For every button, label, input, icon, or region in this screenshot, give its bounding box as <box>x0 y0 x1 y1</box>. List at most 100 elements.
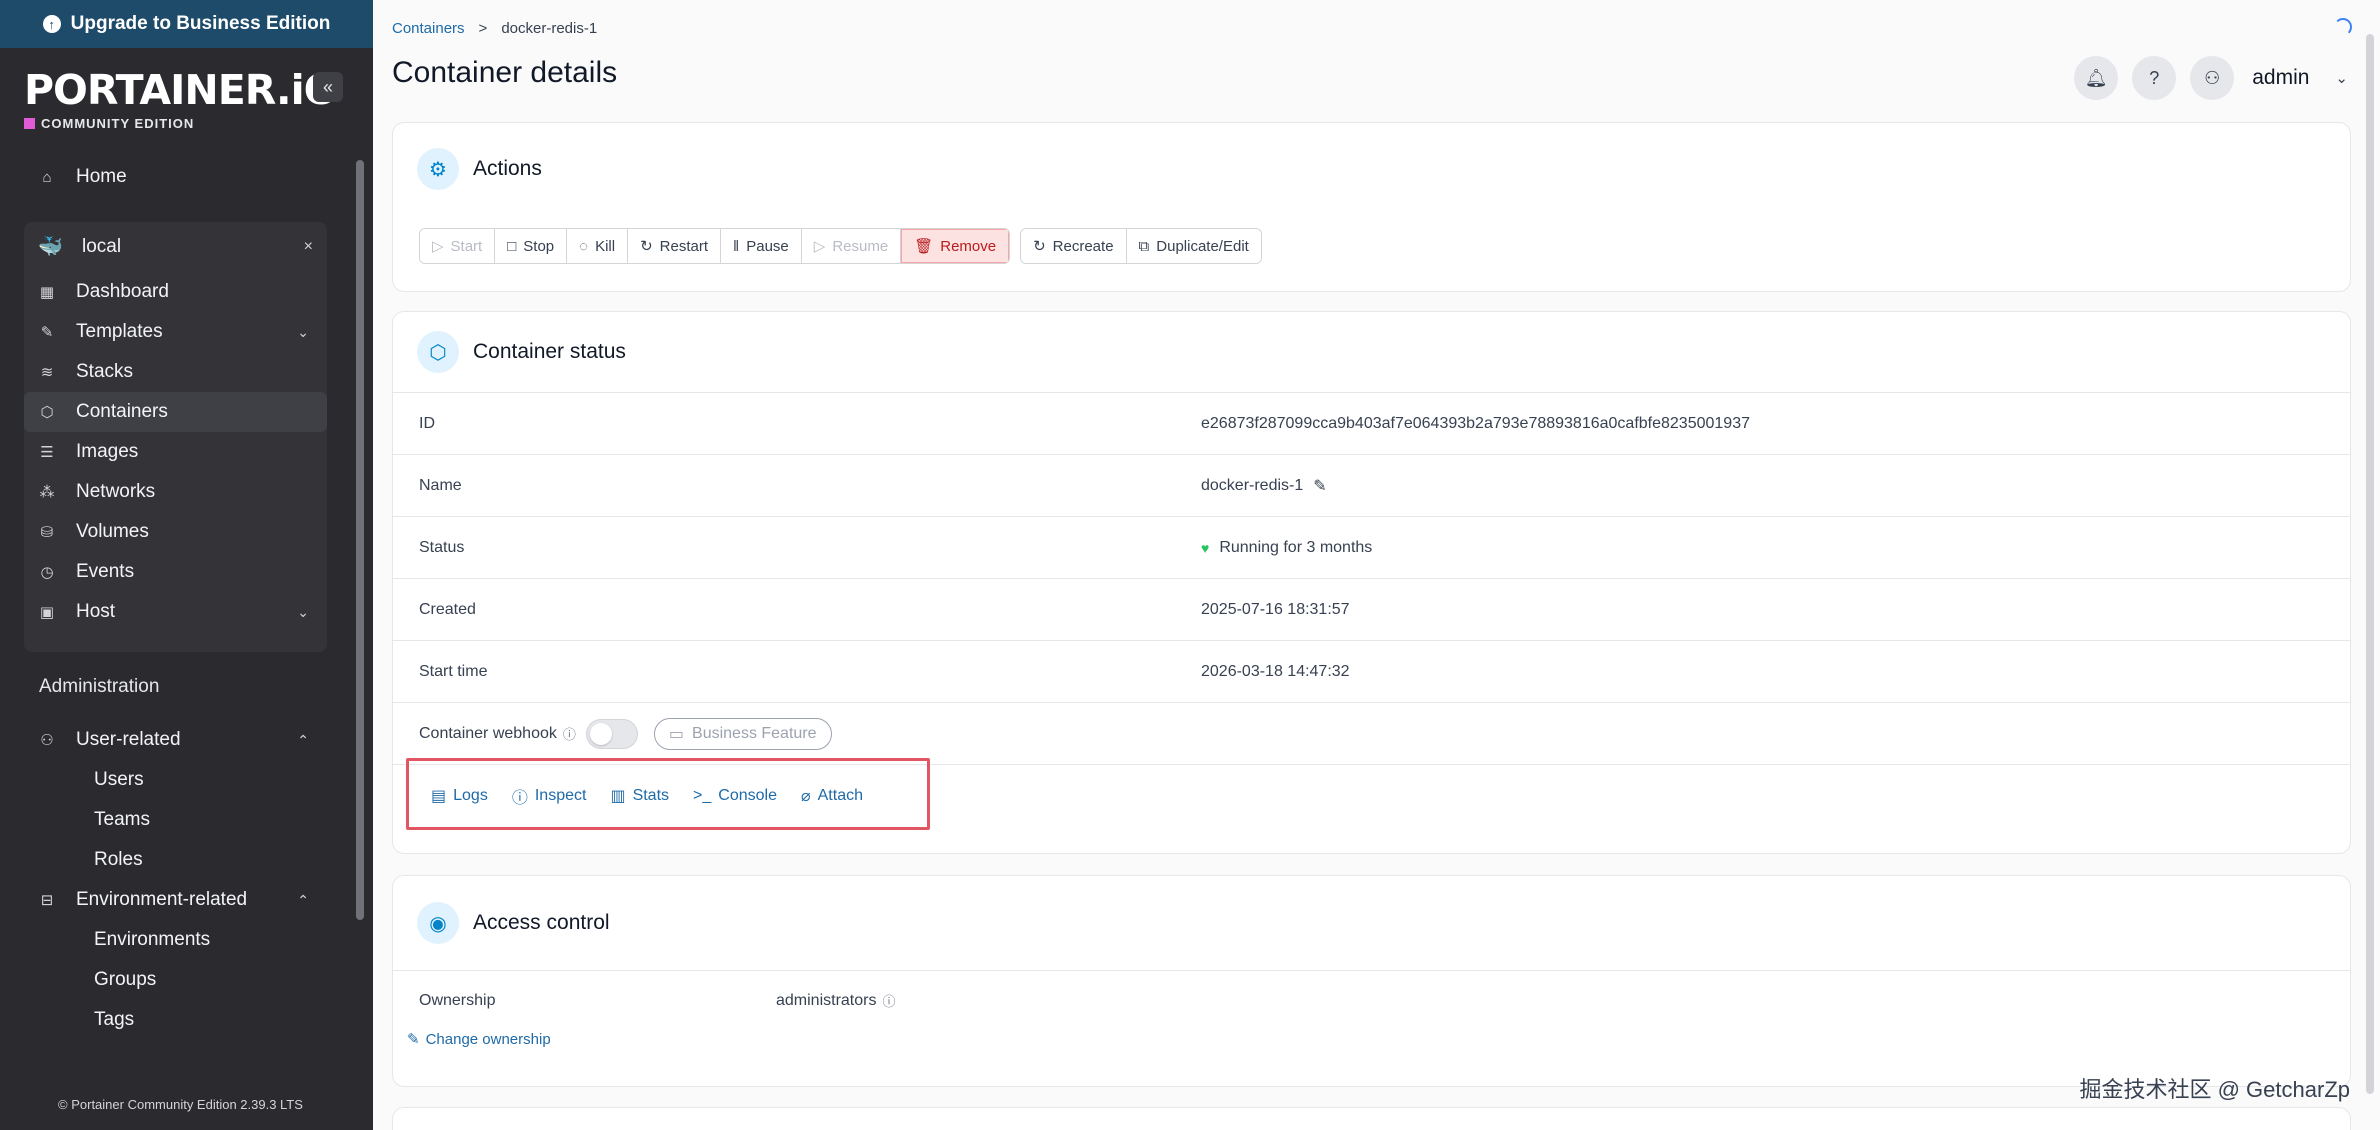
container-action-group: ▷ Start □ Stop ◌ Kill ↻ Restart ‖ Pause ▷ Resu… <box>419 228 1011 264</box>
webhook-label: Container webhook <box>419 724 557 742</box>
container-name-value: docker-redis-1 <box>1201 476 1304 494</box>
remove-button[interactable]: 🗑︎ Remove <box>901 229 1010 263</box>
main-scrollbar[interactable] <box>2366 34 2374 1094</box>
help-circle-icon[interactable]: ⓘ <box>882 991 895 1010</box>
row-key: Name <box>419 476 462 494</box>
sidebar-item-roles[interactable]: Roles <box>24 840 327 880</box>
actions-title: Actions <box>473 157 542 180</box>
breadcrumb-containers-link[interactable]: Containers <box>392 20 465 37</box>
play-icon: ▷ <box>813 238 826 255</box>
sidebar-item-environments[interactable]: Environments <box>24 920 327 960</box>
edit-icon[interactable]: ✎ <box>1313 476 1326 496</box>
brand-edition: COMMUNITY EDITION <box>24 116 338 131</box>
sidebar-item-teams[interactable]: Teams <box>24 800 327 840</box>
change-ownership-link[interactable]: ✎ Change ownership <box>393 1030 2350 1049</box>
upgrade-arrow-icon: ↑ <box>42 15 61 33</box>
chevron-down-icon[interactable]: ⌄ <box>297 324 309 341</box>
home-icon: ⌂ <box>42 168 52 186</box>
pause-button[interactable]: ‖ Pause <box>721 229 802 263</box>
sidebar-item-tags[interactable]: Tags <box>24 1000 327 1040</box>
user-avatar[interactable]: ⚇ <box>2190 56 2235 100</box>
copyright-icon: © <box>58 1097 68 1112</box>
sidebar-item-label: Networks <box>76 481 156 502</box>
status-row-start-time: Start time 2026-03-18 14:47:32 <box>393 640 2350 702</box>
breadcrumb: Containers > docker-redis-1 <box>392 20 597 37</box>
close-icon[interactable]: × <box>304 238 313 256</box>
brand-edition-label: COMMUNITY EDITION <box>41 116 195 131</box>
sidebar-item-dashboard[interactable]: ▦ Dashboard <box>24 272 327 312</box>
chevron-up-icon[interactable]: ⌃ <box>297 732 309 749</box>
square-icon: □ <box>507 237 517 255</box>
help-button[interactable]: ? <box>2132 56 2177 100</box>
start-button[interactable]: ▷ Start <box>420 229 496 263</box>
sidebar-item-label: Images <box>76 441 139 462</box>
row-key: Status <box>419 538 465 556</box>
sidebar-item-groups[interactable]: Groups <box>24 960 327 1000</box>
resume-button[interactable]: ▷ Resume <box>801 229 902 263</box>
sidebar-footer: © Portainer Community Edition 2.39.3 LTS <box>58 1097 303 1112</box>
environment-name: local <box>82 236 122 257</box>
status-row-name: Name docker-redis-1 ✎ <box>393 454 2350 516</box>
notifications-button[interactable]: 🔔︎ <box>2074 56 2119 100</box>
user-icon: ⚇ <box>2204 67 2221 88</box>
host-icon: ▣ <box>39 604 55 621</box>
sidebar-item-images[interactable]: ☰ Images <box>24 432 327 472</box>
actions-bar: ▷ Start □ Stop ◌ Kill ↻ Restart ‖ Pause ▷ Resu… <box>419 228 1262 264</box>
row-value: e26873f287099cca9b403af7e064393b2a793e78… <box>1201 414 1750 432</box>
brand-logo[interactable]: PORTAINER.iO COMMUNITY EDITION <box>24 66 339 131</box>
sidebar-item-user-related[interactable]: ⚇ User-related ⌃ <box>24 720 327 760</box>
sidebar-item-volumes[interactable]: ⛁ Volumes <box>24 512 327 552</box>
stop-label: Stop <box>523 237 555 255</box>
sidebar-item-home[interactable]: ⌂ Home <box>24 160 327 194</box>
row-key: Created <box>419 600 476 618</box>
webhook-toggle[interactable] <box>585 718 638 749</box>
access-title: Access control <box>473 911 610 934</box>
bell-icon: 🔔︎ <box>2084 67 2108 88</box>
sidebar-item-events[interactable]: ◷ Events <box>24 552 327 592</box>
gear-icon: ⚙ <box>417 148 459 190</box>
sidebar-item-networks[interactable]: ⁂ Networks <box>24 472 327 512</box>
sidebar-item-label: User-related <box>76 729 181 750</box>
access-control-card: ◉ Access control Ownership administrator… <box>392 875 2351 1087</box>
chevron-down-icon[interactable]: ⌄ <box>297 604 309 621</box>
chevron-down-icon[interactable]: ⌄ <box>2335 69 2348 87</box>
sidebar-item-users[interactable]: Users <box>24 760 327 800</box>
sidebar-item-templates[interactable]: ✎ Templates ⌄ <box>24 312 327 352</box>
upgrade-banner[interactable]: ↑ Upgrade to Business Edition <box>0 0 373 48</box>
edit-icon: ✎ <box>40 324 54 341</box>
edit-icon: ✎ <box>407 1031 420 1048</box>
recreate-button[interactable]: ↻ Recreate <box>1021 229 1127 263</box>
briefcase-icon: ▭ <box>668 725 685 743</box>
start-label: Start <box>450 237 483 255</box>
breadcrumb-separator: > <box>478 20 488 37</box>
header-toolbar: 🔔︎ ? ⚇ admin ⌄ <box>2074 56 2348 100</box>
sidebar: ↑ Upgrade to Business Edition PORTAINER.… <box>0 0 373 1130</box>
restart-button[interactable]: ↻ Restart <box>628 229 722 263</box>
duplicate-edit-button[interactable]: ⧉ Duplicate/Edit <box>1126 229 1261 263</box>
kill-button[interactable]: ◌ Kill <box>567 229 629 263</box>
sidebar-item-label: Containers <box>76 401 168 422</box>
page-title: Container details <box>392 56 618 89</box>
status-title: Container status <box>473 340 626 363</box>
sidebar-item-label: Events <box>76 561 135 582</box>
change-ownership-label: Change ownership <box>425 1030 551 1048</box>
sidebar-item-label: Templates <box>76 321 163 342</box>
stop-button[interactable]: □ Stop <box>495 229 568 263</box>
chevron-up-icon[interactable]: ⌃ <box>297 892 309 909</box>
bomb-icon: ◌ <box>579 237 589 255</box>
ownership-value: administrators <box>776 991 877 1009</box>
sidebar-item-containers[interactable]: ⬡ Containers <box>24 392 327 432</box>
row-key: Start time <box>419 662 488 680</box>
clock-icon: ◷ <box>40 564 54 581</box>
refresh-icon: ↻ <box>640 238 653 255</box>
collapse-sidebar-button[interactable]: « <box>313 72 343 102</box>
status-header: ⬡ Container status <box>393 312 2350 392</box>
next-card <box>392 1107 2351 1130</box>
sidebar-item-environment-related[interactable]: ⊟ Environment-related ⌃ <box>24 880 327 920</box>
environment-header[interactable]: 🐳 local × <box>24 222 327 272</box>
sidebar-scrollbar[interactable] <box>356 160 364 920</box>
user-menu[interactable]: admin <box>2252 66 2309 90</box>
sidebar-item-host[interactable]: ▣ Host ⌄ <box>24 592 327 632</box>
help-circle-icon[interactable]: ⓘ <box>563 724 576 743</box>
sidebar-item-stacks[interactable]: ≋ Stacks <box>24 352 327 392</box>
